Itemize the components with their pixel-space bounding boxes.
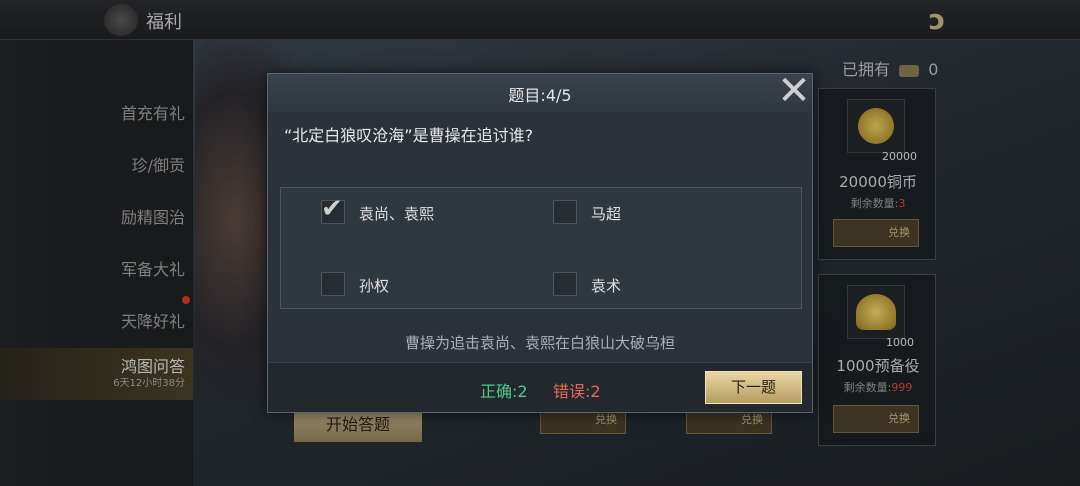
dialog-footer: 正确:2 错误:2 下一题 xyxy=(268,362,812,412)
next-question-button[interactable]: 下一题 xyxy=(705,371,802,404)
close-icon[interactable]: ✕ xyxy=(774,71,814,111)
option-label: 袁尚、袁熙 xyxy=(359,205,435,223)
correct-count: 正确:2 xyxy=(480,382,528,401)
option-label: 马超 xyxy=(591,205,622,223)
option-checkbox[interactable] xyxy=(321,272,345,296)
checkmark-icon: ✔ xyxy=(321,194,343,224)
quiz-dialog: 题目:4/5 ✕ “北定白狼叹沧海”是曹操在追讨谁? ✔ 袁尚、袁熙 马超 孙权… xyxy=(267,71,814,413)
option-checkbox[interactable] xyxy=(553,272,577,296)
dialog-title: 题目:4/5 xyxy=(508,86,572,105)
question-text: “北定白狼叹沧海”是曹操在追讨谁? xyxy=(284,126,534,145)
option-label: 袁术 xyxy=(591,277,622,295)
option-label: 孙权 xyxy=(359,277,390,295)
dialog-header: 题目:4/5 xyxy=(268,74,812,112)
option-2[interactable]: 马超 xyxy=(553,200,753,226)
option-checkbox[interactable] xyxy=(553,200,577,224)
option-4[interactable]: 袁术 xyxy=(553,272,753,298)
wrong-count: 错误:2 xyxy=(553,382,601,401)
answer-explanation: 曹操为追击袁尚、袁熙在白狼山大破乌桓 xyxy=(404,334,675,352)
options-panel: ✔ 袁尚、袁熙 马超 孙权 袁术 xyxy=(280,187,802,309)
option-3[interactable]: 孙权 xyxy=(321,272,521,298)
option-1[interactable]: ✔ 袁尚、袁熙 xyxy=(321,194,521,226)
